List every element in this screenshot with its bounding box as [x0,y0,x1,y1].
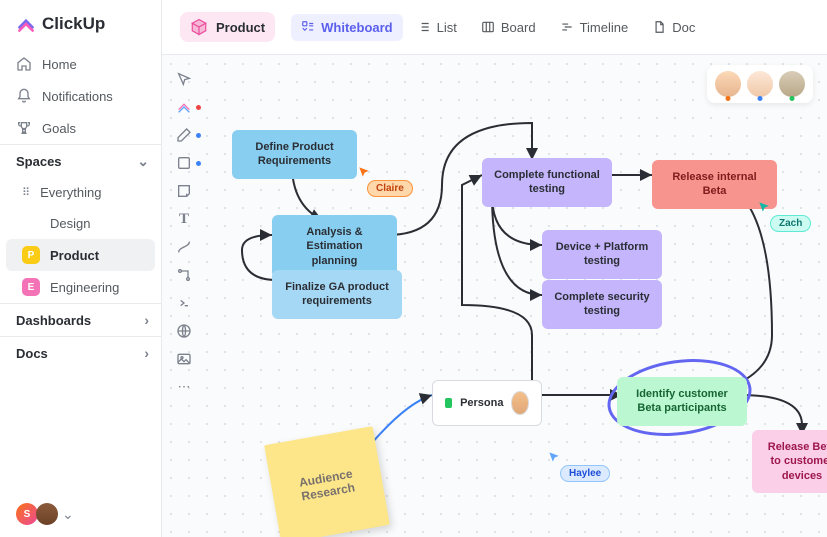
presence-avatar-3[interactable] [779,71,805,97]
grid-icon: ⠿ [22,186,30,199]
list-icon [417,20,431,34]
tab-doc-label: Doc [672,20,695,35]
tool-image[interactable] [175,350,193,368]
nav-notifications[interactable]: Notifications [0,80,161,112]
space-design[interactable]: D Design [6,207,155,239]
tab-board[interactable]: Board [471,14,546,41]
presence-avatar-1[interactable] [715,71,741,97]
home-icon [16,56,32,72]
tool-item[interactable] [175,98,193,116]
chevron-down-icon: ⌄ [137,153,149,170]
cursor-haylee [547,450,561,467]
node-finalize[interactable]: Finalize GA product requirements [272,270,402,319]
cursor-zach [757,200,771,217]
tool-text[interactable]: T [175,210,193,228]
space-product[interactable]: P Product [6,239,155,271]
space-product-label: Product [50,248,99,263]
space-engineering-badge: E [22,278,40,296]
tab-whiteboard-label: Whiteboard [321,20,393,35]
tab-list[interactable]: List [407,14,467,41]
tool-sticky[interactable] [175,182,193,200]
logo[interactable]: ClickUp [0,0,161,48]
clickup-logo-icon [16,14,36,34]
tab-doc[interactable]: Doc [642,14,705,41]
space-design-badge: D [22,214,40,232]
nav-goals-label: Goals [42,121,76,136]
cursor-claire [357,165,371,182]
tab-board-label: Board [501,20,536,35]
nav-home[interactable]: Home [0,48,161,80]
tool-more[interactable]: ⋯ [175,378,193,396]
space-engineering[interactable]: E Engineering [6,271,155,303]
tool-frame[interactable] [175,266,193,284]
connector-lines [162,55,827,537]
tab-timeline-label: Timeline [580,20,629,35]
doc-icon [652,20,666,34]
tool-connector[interactable] [175,238,193,256]
space-everything-label: Everything [40,185,101,200]
tool-shape[interactable] [175,154,193,172]
brand-text: ClickUp [42,14,105,34]
whiteboard-toolbar: T ⋯ [170,60,198,396]
board-icon [481,20,495,34]
cursor-zach-tag: Zach [770,215,811,232]
tab-list-label: List [437,20,457,35]
section-spaces-label: Spaces [16,154,62,169]
space-everything[interactable]: ⠿ Everything [6,178,155,207]
tool-select[interactable] [175,70,193,88]
breadcrumb[interactable]: Product [180,12,275,42]
node-release-beta[interactable]: Release Beta to customer devices [752,430,827,493]
space-engineering-label: Engineering [50,280,119,295]
node-define[interactable]: Define Product Requirements [232,130,357,179]
topbar: Product Whiteboard List Board Timeline D… [162,0,827,55]
tab-timeline[interactable]: Timeline [550,14,639,41]
cursor-claire-tag: Claire [367,180,413,197]
node-analysis[interactable]: Analysis & Estimation planning [272,215,397,278]
node-identify[interactable]: Identify customer Beta participants [617,377,747,426]
node-functional[interactable]: Complete functional testing [482,158,612,207]
tool-web[interactable] [175,322,193,340]
nav-goals[interactable]: Goals [0,112,161,144]
chevron-right-icon: › [144,345,149,361]
whiteboard-icon [301,20,315,34]
presence-avatar-2[interactable] [747,71,773,97]
presence-avatars[interactable] [707,65,813,103]
tab-whiteboard[interactable]: Whiteboard [291,14,403,41]
main: Product Whiteboard List Board Timeline D… [162,0,827,537]
whiteboard-canvas[interactable]: Define Product Requirements Analysis & E… [162,55,827,537]
cube-icon [190,18,208,36]
chevron-right-icon: › [144,312,149,328]
tool-code[interactable] [175,294,193,312]
status-dot-icon [445,398,452,408]
user-avatar-2[interactable] [36,503,58,525]
sidebar-footer: S ⌄ [0,491,161,537]
user-avatar-1[interactable]: S [16,503,38,525]
sidebar: ClickUp Home Notifications Goals Spaces … [0,0,162,537]
sticky-note[interactable]: Audience Research [264,426,390,537]
chevron-down-icon[interactable]: ⌄ [62,506,74,523]
section-docs-label: Docs [16,346,48,361]
section-dashboards[interactable]: Dashboards › [0,303,161,336]
node-security[interactable]: Complete security testing [542,280,662,329]
bell-icon [16,88,32,104]
space-design-label: Design [50,216,90,231]
section-docs[interactable]: Docs › [0,336,161,369]
section-dashboards-label: Dashboards [16,313,91,328]
trophy-icon [16,120,32,136]
persona-avatar [511,391,529,415]
cursor-haylee-tag: Haylee [560,465,610,482]
timeline-icon [560,20,574,34]
breadcrumb-label: Product [216,20,265,35]
section-spaces[interactable]: Spaces ⌄ [0,144,161,178]
space-product-badge: P [22,246,40,264]
node-persona[interactable]: Persona [432,380,542,426]
nav-notifications-label: Notifications [42,89,113,104]
node-persona-label: Persona [460,396,503,410]
tool-pen[interactable] [175,126,193,144]
nav-home-label: Home [42,57,77,72]
node-device[interactable]: Device + Platform testing [542,230,662,279]
